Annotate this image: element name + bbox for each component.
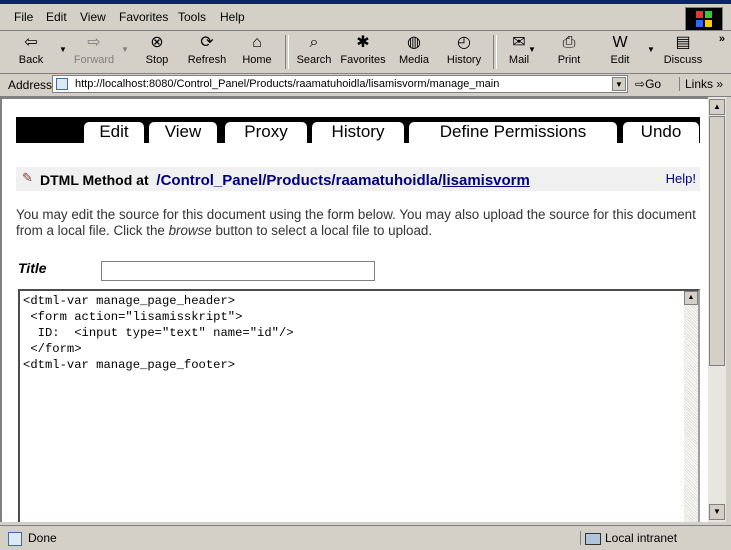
source-textarea[interactable]: <dtml-var manage_page_header> <form acti… bbox=[18, 289, 700, 522]
toolbar-more-chevron[interactable]: » bbox=[719, 33, 725, 45]
source-code[interactable]: <dtml-var manage_page_header> <form acti… bbox=[20, 291, 698, 373]
edit-button[interactable]: W Edit bbox=[603, 33, 637, 71]
links-button[interactable]: Links » bbox=[679, 77, 723, 91]
menu-help[interactable]: Help bbox=[220, 10, 245, 24]
back-button[interactable]: ⇦ Back bbox=[12, 33, 50, 71]
scroll-thumb[interactable] bbox=[709, 116, 725, 366]
help-link[interactable]: Help! bbox=[666, 171, 696, 186]
history-button[interactable]: ◴ History bbox=[442, 33, 486, 71]
stop-icon: ⊗ bbox=[150, 34, 164, 51]
object-type: DTML Method at bbox=[40, 172, 149, 188]
object-path-current[interactable]: lisamisvorm bbox=[442, 172, 530, 189]
search-icon: ⌕ bbox=[309, 34, 319, 51]
tab-view[interactable]: View bbox=[148, 121, 218, 143]
print-button[interactable]: ⎙ Print bbox=[552, 33, 586, 71]
page-done-icon bbox=[8, 531, 22, 546]
go-arrow-icon: ⇨ bbox=[635, 77, 646, 91]
discuss-icon: ▤ bbox=[675, 34, 691, 51]
object-path-parent[interactable]: /Control_Panel/Products/raamatuhoidla/ bbox=[156, 172, 442, 189]
address-dropdown-arrow[interactable]: ▼ bbox=[612, 77, 626, 91]
favorites-button[interactable]: ✱ Favorites bbox=[338, 33, 388, 71]
title-label: Title bbox=[18, 260, 47, 276]
back-arrow-icon: ⇦ bbox=[24, 34, 38, 51]
print-icon: ⎙ bbox=[562, 34, 576, 51]
textarea-scrollbar[interactable]: ▲ bbox=[684, 291, 698, 522]
back-dropdown-arrow[interactable]: ▼ bbox=[59, 45, 67, 54]
textarea-scroll-up-arrow[interactable]: ▲ bbox=[684, 291, 698, 305]
tab-proxy[interactable]: Proxy bbox=[224, 121, 308, 143]
scroll-down-arrow[interactable]: ▼ bbox=[709, 504, 725, 520]
object-path: /Control_Panel/Products/raamatuhoidla/li… bbox=[156, 172, 529, 189]
windows-logo-icon bbox=[685, 7, 723, 31]
stop-button[interactable]: ⊗ Stop bbox=[138, 33, 176, 71]
status-text: Done bbox=[8, 531, 57, 546]
address-input[interactable]: http://localhost:8080/Control_Panel/Prod… bbox=[52, 75, 628, 93]
refresh-button[interactable]: ⟳ Refresh bbox=[184, 33, 230, 71]
menu-edit[interactable]: Edit bbox=[46, 10, 67, 24]
go-button[interactable]: ⇨Go bbox=[635, 77, 661, 91]
object-heading: DTML Method at /Control_Panel/Products/r… bbox=[40, 172, 530, 189]
menu-bar: File Edit View Favorites Tools Help bbox=[0, 4, 731, 31]
object-title-bar: ✎ DTML Method at /Control_Panel/Products… bbox=[16, 167, 700, 191]
page-icon bbox=[56, 78, 68, 90]
edit-description: You may edit the source for this documen… bbox=[16, 207, 696, 238]
page-scrollbar[interactable]: ▲ ▼ bbox=[708, 97, 726, 522]
mail-dropdown-arrow[interactable]: ▼ bbox=[528, 45, 536, 54]
edit-icon: W bbox=[612, 34, 628, 51]
zmi-tab-bar: Edit View Proxy History Define Permissio… bbox=[16, 117, 700, 143]
tab-define-permissions[interactable]: Define Permissions bbox=[408, 121, 618, 143]
menu-favorites[interactable]: Favorites bbox=[119, 10, 168, 24]
title-input[interactable] bbox=[101, 261, 375, 281]
toolbar-separator bbox=[493, 35, 497, 69]
standard-toolbar: ⇦ Back ▼ ⇨ Forward ▼ ⊗ Stop ⟳ Refresh ⌂ … bbox=[0, 31, 731, 74]
home-icon: ⌂ bbox=[252, 34, 262, 51]
media-button[interactable]: ◍ Media bbox=[394, 33, 434, 71]
status-bar: Done Local intranet bbox=[0, 525, 731, 550]
mail-icon: ✉ bbox=[512, 34, 526, 51]
menu-tools[interactable]: Tools bbox=[178, 10, 206, 24]
history-icon: ◴ bbox=[457, 34, 471, 51]
security-zone: Local intranet bbox=[580, 531, 677, 545]
home-button[interactable]: ⌂ Home bbox=[238, 33, 276, 71]
forward-dropdown-arrow[interactable]: ▼ bbox=[121, 45, 129, 54]
discuss-button[interactable]: ▤ Discuss bbox=[660, 33, 706, 71]
toolbar-separator bbox=[285, 35, 289, 69]
forward-button[interactable]: ⇨ Forward bbox=[70, 33, 118, 71]
menu-view[interactable]: View bbox=[80, 10, 106, 24]
media-icon: ◍ bbox=[407, 34, 421, 51]
address-label: Address bbox=[8, 78, 53, 92]
tab-undo[interactable]: Undo bbox=[622, 121, 700, 143]
forward-arrow-icon: ⇨ bbox=[87, 34, 101, 51]
intranet-zone-icon bbox=[585, 532, 601, 545]
menu-file[interactable]: File bbox=[14, 10, 33, 24]
favorites-icon: ✱ bbox=[356, 34, 370, 51]
tab-edit[interactable]: Edit bbox=[83, 121, 145, 143]
address-url[interactable]: http://localhost:8080/Control_Panel/Prod… bbox=[75, 78, 499, 90]
dtml-method-icon: ✎ bbox=[22, 170, 33, 185]
search-button[interactable]: ⌕ Search bbox=[292, 33, 336, 71]
tab-history[interactable]: History bbox=[311, 121, 405, 143]
address-bar: Address http://localhost:8080/Control_Pa… bbox=[0, 74, 731, 97]
scroll-up-arrow[interactable]: ▲ bbox=[709, 99, 725, 115]
page-viewport: Edit View Proxy History Define Permissio… bbox=[0, 97, 708, 522]
edit-dropdown-arrow[interactable]: ▼ bbox=[647, 45, 655, 54]
refresh-icon: ⟳ bbox=[200, 34, 214, 51]
